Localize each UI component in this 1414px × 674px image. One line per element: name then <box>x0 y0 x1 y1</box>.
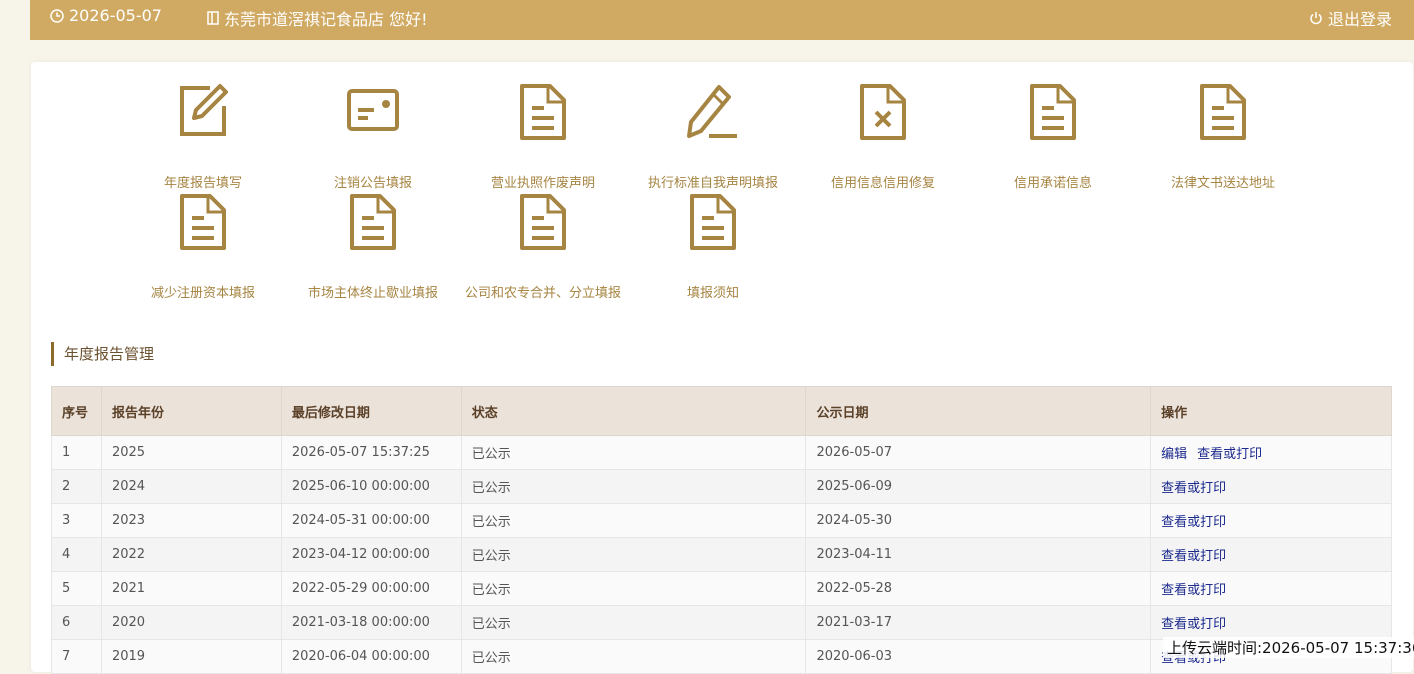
cell-status: 已公示 <box>460 469 807 504</box>
cell-published: 2024-05-30 <box>805 503 1152 538</box>
view-print-link[interactable]: 查看或打印 <box>1161 583 1226 598</box>
tile-cancellation-notice[interactable]: 注销公告填报 <box>288 84 458 191</box>
cell-year: 2022 <box>100 537 282 572</box>
cell-published: 2026-05-07 <box>805 435 1152 470</box>
cell-modified: 2025-06-10 00:00:00 <box>280 469 462 504</box>
table-row: 3 2023 2024-05-31 00:00:00 已公示 2024-05-3… <box>51 503 1392 538</box>
tile-credit-repair[interactable]: 信用信息信用修复 <box>798 84 968 191</box>
table-row: 2 2024 2025-06-10 00:00:00 已公示 2025-06-0… <box>51 469 1392 504</box>
clock-icon <box>50 8 64 23</box>
document-icon <box>690 194 736 250</box>
table-header-row: 序号 报告年份 最后修改日期 状态 公示日期 操作 <box>51 386 1392 436</box>
cell-year: 2024 <box>100 469 282 504</box>
cell-no: 2 <box>51 469 102 504</box>
cell-actions: 查看或打印 <box>1150 469 1392 504</box>
cell-status: 已公示 <box>460 605 807 640</box>
cell-year: 2019 <box>100 639 282 674</box>
shop-icon <box>207 11 219 25</box>
tile-annual-report[interactable]: 年度报告填写 <box>118 84 288 191</box>
cell-no: 1 <box>51 435 102 470</box>
document-x-icon <box>860 84 906 140</box>
cell-actions: 查看或打印 <box>1150 571 1392 606</box>
cell-actions: 编辑 查看或打印 <box>1150 435 1392 470</box>
cell-actions: 查看或打印 <box>1150 503 1392 538</box>
view-print-link[interactable]: 查看或打印 <box>1161 515 1226 530</box>
edit-icon <box>180 84 228 136</box>
view-print-link[interactable]: 查看或打印 <box>1161 549 1226 564</box>
table-row: 5 2021 2022-05-29 00:00:00 已公示 2022-05-2… <box>51 571 1392 606</box>
tile-credit-commitment[interactable]: 信用承诺信息 <box>968 84 1138 191</box>
cell-no: 4 <box>51 537 102 572</box>
document-icon <box>180 194 226 250</box>
cell-status: 已公示 <box>460 503 807 538</box>
cell-actions: 查看或打印 <box>1150 605 1392 640</box>
table-row: 1 2025 2026-05-07 15:37:25 已公示 2026-05-0… <box>51 435 1392 470</box>
cell-published: 2022-05-28 <box>805 571 1152 606</box>
annual-report-table: 序号 报告年份 最后修改日期 状态 公示日期 操作 1 2025 2026-05… <box>51 386 1392 674</box>
cell-modified: 2022-05-29 00:00:00 <box>280 571 462 606</box>
view-print-link[interactable]: 查看或打印 <box>1197 447 1262 462</box>
cell-actions: 查看或打印 <box>1150 537 1392 572</box>
tile-legal-address[interactable]: 法律文书送达地址 <box>1138 84 1308 191</box>
cell-status: 已公示 <box>460 537 807 572</box>
cell-status: 已公示 <box>460 639 807 674</box>
header-greeting-text: 东莞市道滘祺记食品店 您好! <box>224 10 428 29</box>
cell-year: 2025 <box>100 435 282 470</box>
cell-no: 5 <box>51 571 102 606</box>
header-date: 2026-05-07 <box>50 6 162 25</box>
cell-published: 2020-06-03 <box>805 639 1152 674</box>
cell-published: 2023-04-11 <box>805 537 1152 572</box>
tile-standard-declaration[interactable]: 执行标准自我声明填报 <box>628 84 798 191</box>
table-row: 4 2022 2023-04-12 00:00:00 已公示 2023-04-1… <box>51 537 1392 572</box>
column-header-no: 序号 <box>51 386 102 436</box>
view-print-link[interactable]: 查看或打印 <box>1161 481 1226 496</box>
card-icon <box>347 89 399 131</box>
document-icon <box>520 194 566 250</box>
pencil-icon <box>687 85 737 138</box>
main-panel: 年度报告填写 注销公告填报 营业执照作废声明 执行标准自我声明填报 信用信息信用… <box>31 62 1413 674</box>
cell-no: 7 <box>51 639 102 674</box>
cell-modified: 2024-05-31 00:00:00 <box>280 503 462 538</box>
tile-label: 填报须知 <box>686 286 739 301</box>
tile-capital-reduction[interactable]: 减少注册资本填报 <box>118 194 288 301</box>
tile-business-termination[interactable]: 市场主体终止歇业填报 <box>288 194 458 301</box>
column-header-actions: 操作 <box>1150 386 1392 436</box>
view-print-link[interactable]: 查看或打印 <box>1161 617 1226 632</box>
header-greeting: 东莞市道滘祺记食品店 您好! <box>207 6 428 30</box>
section-title: 年度报告管理 <box>51 342 154 366</box>
upload-time-overlay: 上传云端时间:2026-05-07 15:37:36 <box>1163 637 1414 658</box>
cell-published: 2021-03-17 <box>805 605 1152 640</box>
cell-year: 2021 <box>100 571 282 606</box>
cell-status: 已公示 <box>460 435 807 470</box>
document-icon <box>1200 84 1246 140</box>
tile-license-void[interactable]: 营业执照作废声明 <box>458 84 628 191</box>
column-header-published: 公示日期 <box>805 386 1152 436</box>
logout-label: 退出登录 <box>1328 10 1393 29</box>
cell-modified: 2021-03-18 00:00:00 <box>280 605 462 640</box>
edit-link[interactable]: 编辑 <box>1161 447 1187 462</box>
cell-modified: 2020-06-04 00:00:00 <box>280 639 462 674</box>
cell-no: 3 <box>51 503 102 538</box>
cell-modified: 2023-04-12 00:00:00 <box>280 537 462 572</box>
logout-button[interactable]: 退出登录 <box>1309 6 1392 30</box>
cell-year: 2023 <box>100 503 282 538</box>
document-icon <box>520 84 566 140</box>
cell-year: 2020 <box>100 605 282 640</box>
table-row: 6 2020 2021-03-18 00:00:00 已公示 2021-03-1… <box>51 605 1392 640</box>
cell-status: 已公示 <box>460 571 807 606</box>
column-header-year: 报告年份 <box>100 386 282 436</box>
cell-modified: 2026-05-07 15:37:25 <box>280 435 462 470</box>
tile-label: 法律文书送达地址 <box>1170 176 1275 191</box>
column-header-modified: 最后修改日期 <box>280 386 462 436</box>
cell-no: 6 <box>51 605 102 640</box>
power-icon <box>1310 12 1322 25</box>
cell-published: 2025-06-09 <box>805 469 1152 504</box>
column-header-status: 状态 <box>460 386 807 436</box>
document-icon <box>350 194 396 250</box>
top-header-bar: 2026-05-07 东莞市道滘祺记食品店 您好! 退出登录 <box>30 0 1414 40</box>
document-icon <box>1030 84 1076 140</box>
tile-merger-split[interactable]: 公司和农专合并、分立填报 <box>458 194 628 301</box>
tile-filing-notice[interactable]: 填报须知 <box>628 194 798 301</box>
header-date-text: 2026-05-07 <box>69 6 162 25</box>
